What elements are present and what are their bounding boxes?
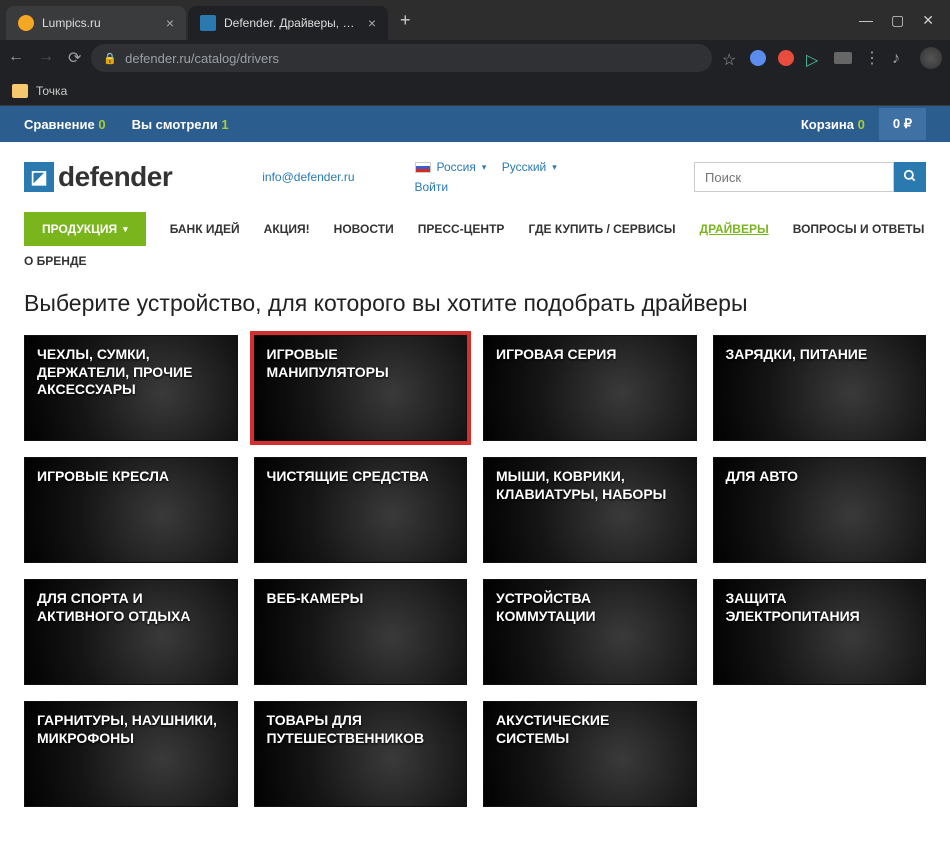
chevron-down-icon: ▾ bbox=[552, 162, 557, 173]
flag-icon bbox=[415, 162, 431, 173]
email-link[interactable]: info@defender.ru bbox=[262, 170, 354, 184]
close-icon[interactable]: × bbox=[368, 15, 376, 31]
search-button[interactable] bbox=[894, 162, 926, 192]
category-card[interactable]: ЧИСТЯЩИЕ СРЕДСТВА bbox=[254, 457, 468, 563]
chevron-down-icon: ▾ bbox=[482, 162, 487, 173]
close-window-icon[interactable]: ✕ bbox=[922, 12, 934, 29]
folder-icon bbox=[12, 84, 28, 98]
close-icon[interactable]: × bbox=[166, 15, 174, 31]
extension-icon[interactable]: ☆ bbox=[722, 50, 738, 66]
category-card[interactable]: ВЕБ-КАМЕРЫ bbox=[254, 579, 468, 685]
language-select[interactable]: Русский bbox=[502, 160, 547, 174]
address-bar: ← → ⟳ 🔒 defender.ru/catalog/drivers ☆ ▷ … bbox=[0, 40, 950, 76]
site-header: ◪ defender info@defender.ru Россия ▾ Рус… bbox=[0, 142, 950, 204]
login-link[interactable]: Войти bbox=[415, 180, 557, 194]
category-card[interactable]: ИГРОВЫЕ КРЕСЛА bbox=[24, 457, 238, 563]
favicon-icon bbox=[200, 15, 216, 31]
viewed-link[interactable]: Вы смотрели 1 bbox=[132, 117, 229, 132]
nav-about[interactable]: О БРЕНДЕ bbox=[24, 254, 87, 268]
category-card[interactable]: ЗАЩИТА ЭЛЕКТРОПИТАНИЯ bbox=[713, 579, 927, 685]
back-icon[interactable]: ← bbox=[8, 48, 24, 68]
bookmarks-bar: Точка bbox=[0, 76, 950, 106]
category-card[interactable]: ИГРОВАЯ СЕРИЯ bbox=[483, 335, 697, 441]
url-text: defender.ru/catalog/drivers bbox=[125, 51, 279, 66]
profile-avatar[interactable] bbox=[920, 47, 942, 69]
page-title: Выберите устройство, для которого вы хот… bbox=[24, 290, 926, 317]
nav-press[interactable]: ПРЕСС-ЦЕНТР bbox=[418, 222, 505, 236]
category-card[interactable]: ДЛЯ СПОРТА И АКТИВНОГО ОТДЫХА bbox=[24, 579, 238, 685]
logo-icon: ◪ bbox=[24, 162, 54, 192]
cart-price[interactable]: 0 ₽ bbox=[879, 108, 926, 140]
category-card-highlighted[interactable]: ИГРОВЫЕ МАНИПУЛЯТОРЫ bbox=[254, 335, 468, 441]
menu-icon[interactable]: ⋮ bbox=[864, 48, 880, 68]
browser-tabs-strip: Lumpics.ru × Defender. Драйверы, инструк… bbox=[0, 0, 950, 40]
category-card[interactable]: ЗАРЯДКИ, ПИТАНИЕ bbox=[713, 335, 927, 441]
reload-icon[interactable]: ⟳ bbox=[68, 48, 81, 68]
products-menu[interactable]: ПРОДУКЦИЯ ▾ bbox=[24, 212, 146, 246]
search-form bbox=[694, 162, 926, 192]
window-controls: — ▢ ✕ bbox=[849, 12, 944, 29]
browser-tab-active[interactable]: Defender. Драйверы, инструк... × bbox=[188, 6, 388, 40]
nav-controls: ← → ⟳ bbox=[8, 48, 81, 68]
tab-title: Defender. Драйверы, инструк... bbox=[224, 16, 360, 30]
new-tab-button[interactable]: + bbox=[390, 4, 421, 37]
category-card[interactable]: ГАРНИТУРЫ, НАУШНИКИ, МИКРОФОНЫ bbox=[24, 701, 238, 807]
main-nav-row2: О БРЕНДЕ bbox=[0, 254, 950, 276]
category-card[interactable]: УСТРОЙСТВА КОММУТАЦИИ bbox=[483, 579, 697, 685]
main-nav: ПРОДУКЦИЯ ▾ БАНК ИДЕЙ АКЦИЯ! НОВОСТИ ПРЕ… bbox=[0, 204, 950, 254]
nav-news[interactable]: НОВОСТИ bbox=[334, 222, 394, 236]
locale-block: Россия ▾ Русский ▾ Войти bbox=[415, 160, 557, 194]
extension-icon[interactable] bbox=[834, 52, 852, 64]
tab-title: Lumpics.ru bbox=[42, 16, 158, 30]
favicon-icon bbox=[18, 15, 34, 31]
page-viewport: Сравнение 0 Вы смотрели 1 Корзина 0 0 ₽ … bbox=[0, 106, 950, 844]
nav-promo[interactable]: АКЦИЯ! bbox=[264, 222, 310, 236]
extension-icon[interactable] bbox=[778, 50, 794, 66]
category-card[interactable]: ДЛЯ АВТО bbox=[713, 457, 927, 563]
site-topbar: Сравнение 0 Вы смотрели 1 Корзина 0 0 ₽ bbox=[0, 106, 950, 142]
category-card[interactable]: ЧЕХЛЫ, СУМКИ, ДЕРЖАТЕЛИ, ПРОЧИЕ АКСЕССУА… bbox=[24, 335, 238, 441]
maximize-icon[interactable]: ▢ bbox=[891, 12, 904, 29]
country-select[interactable]: Россия bbox=[437, 160, 476, 174]
url-input[interactable]: 🔒 defender.ru/catalog/drivers bbox=[91, 44, 712, 72]
browser-tab[interactable]: Lumpics.ru × bbox=[6, 6, 186, 40]
page-content: Выберите устройство, для которого вы хот… bbox=[0, 276, 950, 837]
search-icon bbox=[903, 169, 917, 183]
cart-link[interactable]: Корзина 0 bbox=[801, 117, 865, 132]
nav-where[interactable]: ГДЕ КУПИТЬ / СЕРВИСЫ bbox=[528, 222, 675, 236]
category-card[interactable]: АКУСТИЧЕСКИЕ СИСТЕМЫ bbox=[483, 701, 697, 807]
logo[interactable]: ◪ defender bbox=[24, 161, 172, 193]
logo-text: defender bbox=[58, 161, 172, 193]
lock-icon: 🔒 bbox=[103, 52, 117, 65]
search-input[interactable] bbox=[694, 162, 894, 192]
chevron-down-icon: ▾ bbox=[123, 224, 128, 235]
forward-icon[interactable]: → bbox=[38, 48, 54, 68]
nav-faq[interactable]: ВОПРОСЫ И ОТВЕТЫ bbox=[793, 222, 925, 236]
nav-drivers[interactable]: ДРАЙВЕРЫ bbox=[700, 222, 769, 236]
extension-icon[interactable]: ▷ bbox=[806, 50, 822, 66]
header-contact: info@defender.ru bbox=[262, 170, 354, 184]
category-card[interactable]: ТОВАРЫ ДЛЯ ПУТЕШЕСТВЕННИКОВ bbox=[254, 701, 468, 807]
minimize-icon[interactable]: — bbox=[859, 12, 873, 29]
nav-ideas[interactable]: БАНК ИДЕЙ bbox=[170, 222, 240, 236]
category-card[interactable]: МЫШИ, КОВРИКИ, КЛАВИАТУРЫ, НАБОРЫ bbox=[483, 457, 697, 563]
bookmark-item[interactable]: Точка bbox=[36, 84, 67, 98]
extension-icon[interactable]: ♪ bbox=[892, 50, 908, 66]
compare-link[interactable]: Сравнение 0 bbox=[24, 117, 106, 132]
extension-icon[interactable] bbox=[750, 50, 766, 66]
category-grid: ЧЕХЛЫ, СУМКИ, ДЕРЖАТЕЛИ, ПРОЧИЕ АКСЕССУА… bbox=[24, 335, 926, 807]
extension-icons: ☆ ▷ ⋮ ♪ bbox=[722, 47, 942, 69]
